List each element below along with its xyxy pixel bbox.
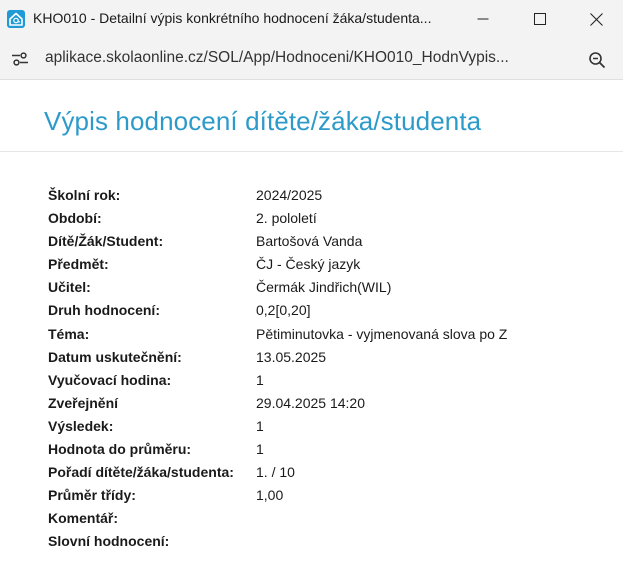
detail-value: 1 [256, 371, 264, 388]
url-field[interactable]: aplikace.skolaonline.cz/SOL/App/Hodnocen… [45, 49, 570, 67]
detail-row-school-year: Školní rok: 2024/2025 [48, 185, 608, 208]
minimize-button[interactable] [455, 0, 511, 38]
detail-row-result: Výsledek: 1 [48, 416, 608, 439]
detail-row-teacher: Učitel: Čermák Jindřich(WIL) [48, 277, 608, 300]
detail-value: ČJ - Český jazyk [256, 256, 361, 273]
address-bar: aplikace.skolaonline.cz/SOL/App/Hodnocen… [0, 38, 623, 80]
detail-label: Datum uskutečnění: [48, 348, 182, 365]
maximize-icon [534, 13, 546, 25]
zoom-out-icon [589, 52, 606, 69]
close-icon [589, 12, 603, 26]
page-title: Výpis hodnocení dítěte/žáka/studenta [44, 106, 482, 136]
evaluation-details: Školní rok: 2024/2025 Období: 2. pololet… [48, 185, 608, 555]
detail-value: 29.04.2025 14:20 [256, 394, 365, 411]
detail-value: Bartošová Vanda [256, 233, 363, 250]
detail-row-student: Dítě/Žák/Student: Bartošová Vanda [48, 231, 608, 254]
minimize-icon [477, 18, 489, 20]
detail-value: 1 [256, 441, 264, 458]
detail-label: Téma: [48, 325, 90, 342]
detail-label: Hodnota do průměru: [48, 441, 192, 458]
detail-label: Slovní hodnocení: [48, 533, 170, 550]
detail-value: 13.05.2025 [256, 348, 327, 365]
title-divider [0, 151, 623, 152]
detail-row-evaluation-type: Druh hodnocení: 0,2[0,20] [48, 300, 608, 323]
zoom-button[interactable] [583, 46, 611, 74]
site-settings-icon [12, 52, 28, 66]
detail-label: Školní rok: [48, 187, 121, 203]
detail-row-date: Datum uskutečnění: 13.05.2025 [48, 347, 608, 370]
detail-label: Průměr třídy: [48, 487, 136, 504]
detail-value: 0,2[0,20] [256, 302, 311, 319]
detail-value: 1,00 [256, 487, 284, 504]
detail-value: 2024/2025 [256, 187, 323, 203]
detail-value: 2. pololetí [256, 210, 317, 227]
detail-value: 1. / 10 [256, 464, 295, 481]
detail-row-rank: Pořadí dítěte/žáka/studenta: 1. / 10 [48, 462, 608, 485]
detail-label: Výsledek: [48, 417, 114, 434]
detail-row-average-value: Hodnota do průměru: 1 [48, 439, 608, 462]
detail-row-class-average: Průměr třídy: 1,00 [48, 485, 608, 508]
maximize-button[interactable] [512, 0, 568, 38]
detail-value: Pětiminutovka - vyjmenovaná slova po Z [256, 325, 508, 342]
detail-value: Čermák Jindřich(WIL) [256, 279, 392, 296]
window-titlebar: KHO010 - Detailní výpis konkrétního hodn… [0, 0, 623, 38]
detail-label: Komentář: [48, 510, 119, 527]
detail-label: Vyučovací hodina: [48, 371, 172, 388]
detail-row-period: Období: 2. pololetí [48, 208, 608, 231]
detail-label: Období: [48, 210, 102, 227]
site-info-button[interactable] [6, 45, 34, 73]
detail-label: Předmět: [48, 256, 109, 273]
detail-label: Zveřejnění [48, 394, 119, 411]
window-title: KHO010 - Detailní výpis konkrétního hodn… [33, 10, 432, 26]
detail-row-topic: Téma: Pětiminutovka - vyjmenovaná slova … [48, 324, 608, 347]
detail-label: Pořadí dítěte/žáka/studenta: [48, 464, 234, 481]
detail-label: Učitel: [48, 279, 91, 296]
detail-row-subject: Předmět: ČJ - Český jazyk [48, 254, 608, 277]
detail-row-comment: Komentář: [48, 508, 608, 531]
detail-row-published: Zveřejnění 29.04.2025 14:20 [48, 393, 608, 416]
detail-value: 1 [256, 417, 264, 434]
home-at-icon [6, 9, 26, 29]
close-button[interactable] [568, 0, 623, 38]
detail-row-verbal-evaluation: Slovní hodnocení: [48, 531, 608, 554]
detail-label: Druh hodnocení: [48, 302, 160, 319]
detail-label: Dítě/Žák/Student: [48, 233, 164, 250]
detail-row-lesson: Vyučovací hodina: 1 [48, 370, 608, 393]
